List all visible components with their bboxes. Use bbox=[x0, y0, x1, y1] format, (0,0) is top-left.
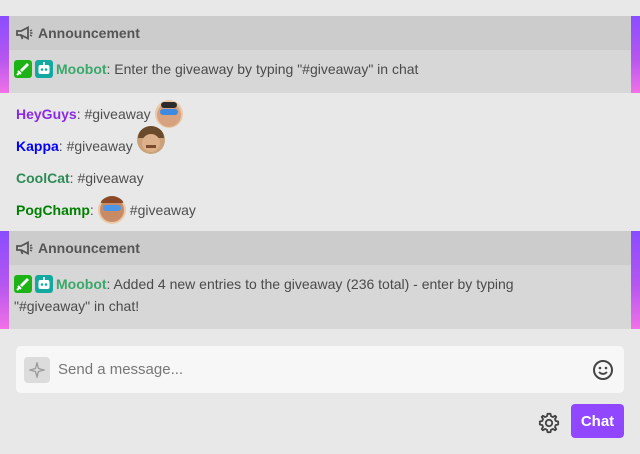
bot-username[interactable]: Moobot bbox=[56, 61, 107, 77]
sword-icon[interactable] bbox=[14, 275, 32, 293]
chat-message: CoolCat : #giveaway bbox=[16, 163, 144, 193]
announcement-title: Announcement bbox=[38, 25, 140, 41]
announcement-message: Moobot: Enter the giveaway by typing "#g… bbox=[0, 50, 640, 88]
chat-input-placeholder[interactable]: Send a message... bbox=[58, 361, 592, 378]
chat-send-button[interactable]: Chat bbox=[571, 404, 624, 438]
megaphone-icon bbox=[16, 241, 33, 255]
bot-username[interactable]: Moobot bbox=[56, 276, 107, 292]
gear-icon[interactable] bbox=[538, 412, 560, 434]
username[interactable]: HeyGuys bbox=[16, 106, 77, 122]
sparkle-icon[interactable] bbox=[24, 356, 50, 383]
announcement-1: Announcement Moobot: Enter the giveaway … bbox=[0, 16, 640, 93]
announcement-header: Announcement bbox=[0, 16, 640, 50]
username[interactable]: CoolCat bbox=[16, 170, 70, 186]
sword-icon[interactable] bbox=[14, 60, 32, 78]
megaphone-icon bbox=[16, 26, 33, 40]
emote-image bbox=[97, 196, 126, 224]
message-text: : #giveaway bbox=[76, 106, 151, 122]
chat-message: Kappa : #giveaway bbox=[16, 126, 169, 161]
announcement-2: Announcement Moobot: Added 4 new entries… bbox=[0, 231, 640, 329]
announcement-header: Announcement bbox=[0, 231, 640, 265]
emote-image bbox=[154, 100, 183, 128]
emote-image bbox=[136, 126, 165, 154]
username[interactable]: PogChamp bbox=[16, 202, 90, 218]
message-text: : #giveaway bbox=[58, 138, 133, 154]
robot-icon[interactable] bbox=[35, 60, 53, 78]
chat-message: PogChamp : #giveaway bbox=[16, 195, 196, 225]
username[interactable]: Kappa bbox=[16, 138, 59, 154]
smiley-icon[interactable] bbox=[592, 359, 614, 381]
announcement-title: Announcement bbox=[38, 240, 140, 256]
chat-input-box[interactable]: Send a message... bbox=[16, 346, 624, 393]
announcement-text: Enter the giveaway by typing "#giveaway"… bbox=[110, 61, 419, 77]
announcement-message: Moobot: Added 4 new entries to the givea… bbox=[0, 265, 640, 325]
message-text: : #giveaway bbox=[69, 170, 144, 186]
robot-icon[interactable] bbox=[35, 275, 53, 293]
chat-message: HeyGuys : #giveaway bbox=[16, 99, 187, 129]
message-text: #giveaway bbox=[129, 202, 196, 218]
separator: : bbox=[89, 202, 94, 218]
